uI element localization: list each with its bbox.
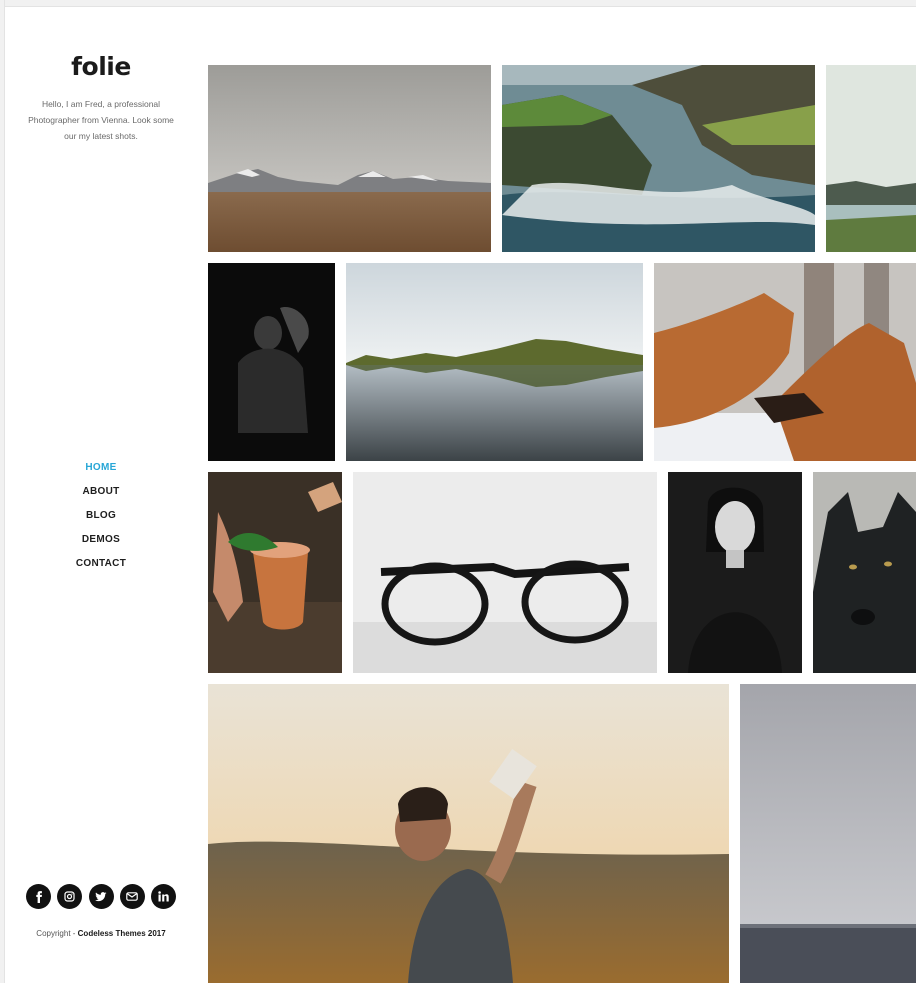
nav-item-home[interactable]: HOME [0,456,202,480]
desert-mountains-photo[interactable] [208,65,491,252]
copyright-brand[interactable]: Codeless Themes 2017 [78,929,166,938]
linkedin-icon[interactable] [151,884,176,909]
facebook-icon[interactable] [26,884,51,909]
nav-item-about[interactable]: ABOUT [0,480,202,504]
nav-item-blog[interactable]: BLOG [0,504,202,528]
cocktail-copper-mug-photo[interactable] [208,472,342,673]
intro-text: Hello, I am Fred, a professional Photogr… [28,99,174,141]
man-drinking-photo[interactable] [208,684,729,983]
misty-lake-photo[interactable] [826,65,916,252]
twitter-icon[interactable] [88,884,114,909]
site-logo[interactable]: folie [0,52,202,81]
copyright-prefix: Copyright - [36,929,78,938]
man-in-dark-photo[interactable] [208,263,335,461]
sidebar: folie Hello, I am Fred, a professional P… [0,0,202,983]
eyeglasses-photo[interactable] [353,472,657,673]
rocky-coast-photo[interactable] [502,65,815,252]
nav-item-demos[interactable]: DEMOS [0,528,202,552]
fighting-foxes-photo[interactable] [654,263,916,461]
copyright: Copyright - Codeless Themes 2017 [0,929,202,938]
woman-portrait-photo[interactable] [668,472,802,673]
instagram-icon[interactable] [57,884,83,909]
grey-sea-photo[interactable] [740,684,916,983]
social-links [26,884,176,909]
main-nav: HOME ABOUT BLOG DEMOS CONTACT [0,456,202,576]
mountain-lake-reflection-photo[interactable] [346,263,643,461]
email-icon[interactable] [119,884,145,909]
wolf-photo[interactable] [813,472,916,673]
nav-item-contact[interactable]: CONTACT [0,552,202,576]
